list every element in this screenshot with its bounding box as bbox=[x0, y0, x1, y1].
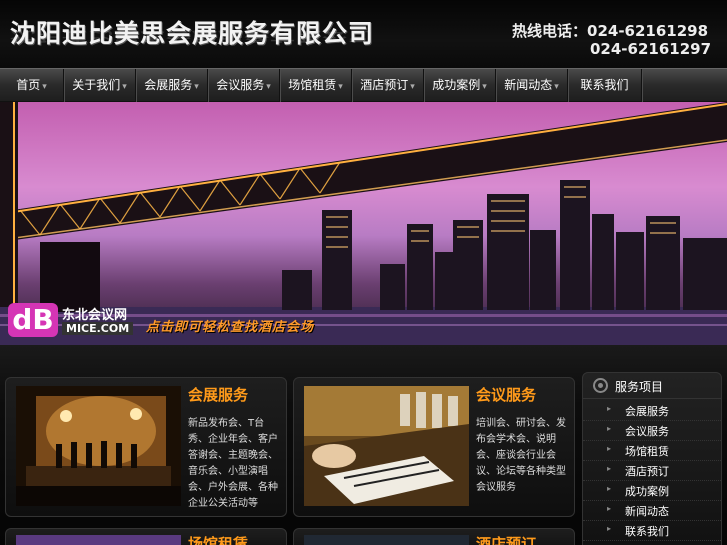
sidebar-header: 服务项目 bbox=[583, 373, 721, 399]
card-title[interactable]: 酒店预订 bbox=[476, 533, 536, 545]
service-card-hotel[interactable]: 酒店预订 bbox=[293, 528, 575, 545]
hotline: 热线电话：024-62161298 bbox=[512, 20, 708, 41]
arrow-right-icon: ▸ bbox=[607, 524, 612, 533]
nav-label: 会展服务 bbox=[144, 78, 193, 92]
meeting-photo bbox=[304, 386, 469, 506]
chevron-down-icon: ▾ bbox=[338, 82, 343, 92]
hero-banner[interactable]: dB 东北会议网 MICE.COM 点击即可轻松查找酒店会场 bbox=[0, 102, 727, 345]
arrow-right-icon: ▸ bbox=[607, 484, 612, 493]
db-logo-text: 东北会议网 bbox=[62, 308, 128, 323]
nav-label: 联系我们 bbox=[580, 78, 629, 92]
arrow-right-icon: ▸ bbox=[607, 464, 612, 473]
nav-label: 场馆租赁 bbox=[288, 78, 337, 92]
sidebar-item-exhibition[interactable]: ▸ 会展服务 bbox=[583, 401, 721, 421]
card-title[interactable]: 会议服务 bbox=[476, 384, 536, 405]
arrow-right-icon: ▸ bbox=[607, 404, 612, 413]
nav-exhibition[interactable]: 会展服务 ▾ bbox=[136, 69, 208, 103]
header: 沈阳迪比美思会展服务有限公司 沈阳迪比美思会展服务有限公司 热线电话：024-6… bbox=[0, 0, 727, 68]
chevron-down-icon: ▾ bbox=[194, 82, 199, 92]
sidebar-item-label: 联系我们 bbox=[625, 525, 669, 538]
nav-meeting[interactable]: 会议服务 ▾ bbox=[208, 69, 280, 103]
chevron-down-icon: ▾ bbox=[266, 82, 271, 92]
card-title[interactable]: 场馆租赁 bbox=[188, 533, 248, 545]
sidebar-item-label: 会议服务 bbox=[625, 425, 669, 438]
service-card-venue[interactable]: 场馆租赁 bbox=[5, 528, 287, 545]
nav-venue[interactable]: 场馆租赁 ▾ bbox=[280, 69, 352, 103]
sidebar-item-label: 酒店预订 bbox=[625, 465, 669, 478]
sidebar-item-contact[interactable]: ▸ 联系我们 bbox=[583, 521, 721, 541]
target-icon bbox=[593, 378, 608, 393]
nav-label: 首页 bbox=[16, 78, 41, 92]
phone-primary: 024-62161298 bbox=[587, 22, 709, 40]
chevron-down-icon: ▾ bbox=[482, 82, 487, 92]
chevron-down-icon: ▾ bbox=[122, 82, 127, 92]
company-name-reflection: 沈阳迪比美思会展服务有限公司 bbox=[10, 29, 375, 44]
nav-news[interactable]: 新闻动态 ▾ bbox=[496, 69, 568, 103]
nav-contact[interactable]: 联系我们 bbox=[568, 69, 642, 103]
hotline-label: 热线电话： bbox=[512, 22, 588, 40]
sidebar-item-news[interactable]: ▸ 新闻动态 bbox=[583, 501, 721, 521]
phone-secondary: 024-62161297 bbox=[590, 40, 712, 58]
sidebar-item-label: 场馆租赁 bbox=[625, 445, 669, 458]
nav-label: 关于我们 bbox=[72, 78, 121, 92]
nav-label: 酒店预订 bbox=[360, 78, 409, 92]
sidebar-item-hotel[interactable]: ▸ 酒店预订 bbox=[583, 461, 721, 481]
chevron-down-icon: ▾ bbox=[410, 82, 415, 92]
nav-about[interactable]: 关于我们 ▾ bbox=[64, 69, 136, 103]
service-card-exhibition[interactable]: 会展服务 新品发布会、T台秀、企业年会、客户答谢会、主题晚会、音乐会、小型演唱会… bbox=[5, 377, 287, 517]
arrow-right-icon: ▸ bbox=[607, 444, 612, 453]
hotel-photo bbox=[304, 535, 469, 545]
arrow-right-icon: ▸ bbox=[607, 504, 612, 513]
venue-photo bbox=[16, 535, 181, 545]
main-nav: 首页 ▾ 关于我们 ▾ 会展服务 ▾ 会议服务 ▾ 场馆租赁 ▾ 酒店预订 ▾ 成功案例 ▾ … bbox=[0, 68, 727, 103]
chevron-down-icon: ▾ bbox=[554, 82, 559, 92]
nav-home[interactable]: 首页 ▾ bbox=[0, 69, 64, 103]
db-logo-domain: MICE.COM bbox=[62, 322, 134, 335]
nav-label: 新闻动态 bbox=[504, 78, 553, 92]
nav-label: 成功案例 bbox=[432, 78, 481, 92]
nav-cases[interactable]: 成功案例 ▾ bbox=[424, 69, 496, 103]
sidebar-item-label: 会展服务 bbox=[625, 405, 669, 418]
card-title[interactable]: 会展服务 bbox=[188, 384, 248, 405]
card-description: 培训会、研讨会、发布会学术会、说明会、座谈会行业会议、论坛等各种类型会议服务 bbox=[476, 418, 566, 493]
nav-label: 会议服务 bbox=[216, 78, 265, 92]
service-sidebar: 服务项目 ▸ 会展服务 ▸ 会议服务 ▸ 场馆租赁 ▸ 酒店预订 ▸ 成功案例 … bbox=[582, 372, 722, 545]
db-logo-mark: dB bbox=[8, 303, 58, 337]
service-card-meeting[interactable]: 会议服务 培训会、研讨会、发布会学术会、说明会、座谈会行业会议、论坛等各种类型会… bbox=[293, 377, 575, 517]
banner-slogan: 点击即可轻松查找酒店会场 bbox=[146, 320, 315, 335]
sidebar-title: 服务项目 bbox=[615, 380, 664, 394]
arrow-right-icon: ▸ bbox=[607, 424, 612, 433]
sidebar-item-meeting[interactable]: ▸ 会议服务 bbox=[583, 421, 721, 441]
card-description: 新品发布会、T台秀、企业年会、客户答谢会、主题晚会、音乐会、小型演唱会、户外会展… bbox=[188, 418, 278, 509]
stage-photo bbox=[16, 386, 181, 506]
sidebar-item-cases[interactable]: ▸ 成功案例 bbox=[583, 481, 721, 501]
sidebar-item-venue[interactable]: ▸ 场馆租赁 bbox=[583, 441, 721, 461]
sidebar-item-label: 成功案例 bbox=[625, 485, 669, 498]
sidebar-item-label: 新闻动态 bbox=[625, 505, 669, 518]
nav-hotel[interactable]: 酒店预订 ▾ bbox=[352, 69, 424, 103]
chevron-down-icon: ▾ bbox=[42, 82, 47, 92]
